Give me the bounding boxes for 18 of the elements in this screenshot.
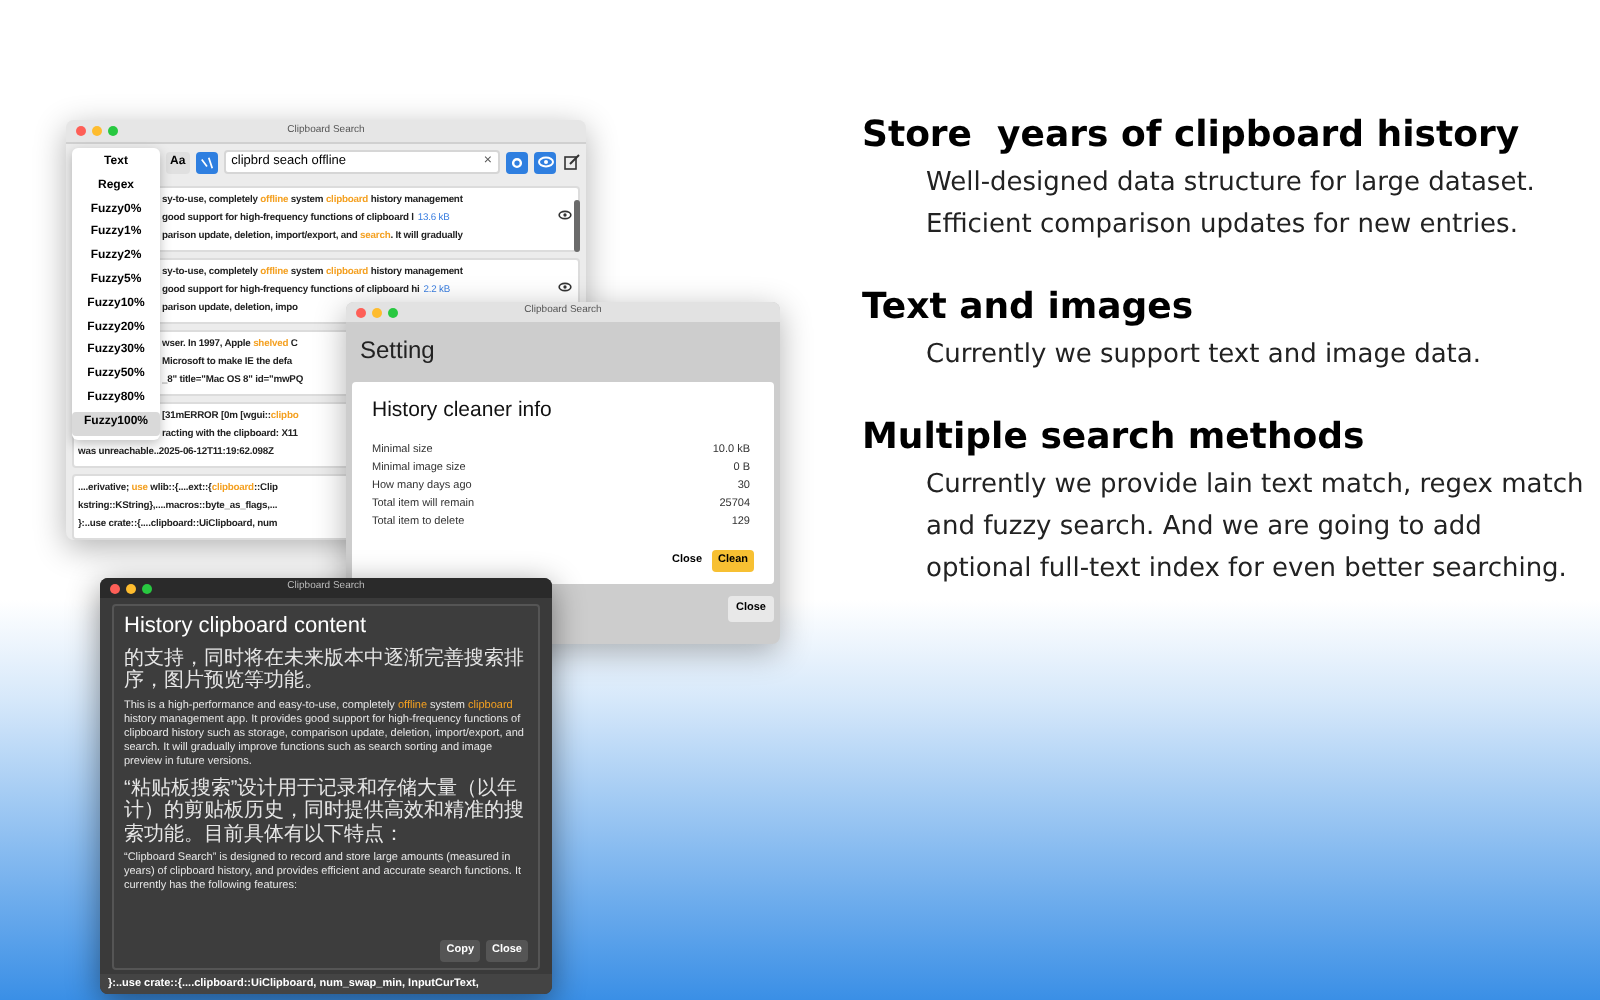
feature-text: Currently we provide lain text match, regex match and fuzzy search. And we are going to add optional full-text index for even better searching. [924,468,1586,588]
feature-text: Currently we support text and image data. [924,338,1483,374]
content-text: “粘贴板搜索”设计用于记录和存储大量（以年计）的剪贴板历史，同时提供高效和精准的搜索功能。目前具体有以下特点： [124,777,526,847]
eye-icon[interactable] [556,278,572,294]
dialog-title: History cleaner info [372,396,554,426]
scrollbar[interactable] [574,200,580,252]
feature-heading: Multiple search methods [862,414,1367,462]
content-text: 的支持，同时将在未来版本中逐渐完善搜索排序，图片预览等功能。 [124,647,526,693]
settings-icon[interactable] [506,151,528,173]
feature-heading: Store years of clipboard history [862,112,1522,160]
feature-heading: Text and images [862,284,1196,332]
dialog-title: History clipboard content [124,612,369,642]
edit-icon[interactable] [562,153,580,171]
regex-toggle-icon[interactable] [195,151,218,173]
panel-title: Setting [358,334,437,368]
eye-icon[interactable] [556,206,572,222]
feature-text: Well-designed data structure for large dataset. [924,166,1537,202]
feature-text: Efficient comparison updates for new entries. [924,208,1520,244]
